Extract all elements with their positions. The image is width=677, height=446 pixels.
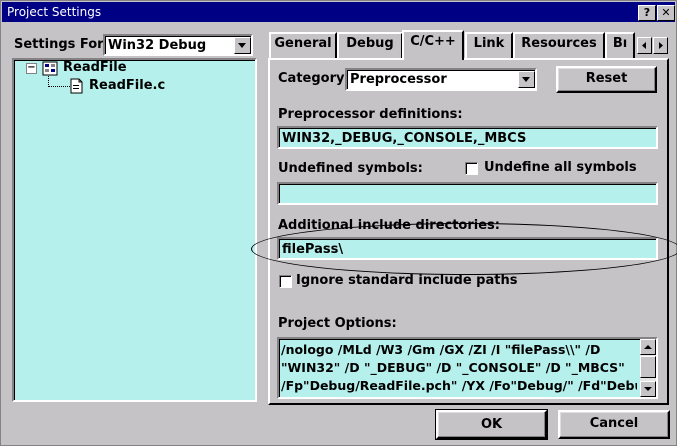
- project-options-text: /nologo /MLd /W3 /Gm /GX /ZI /I "filePas…: [281, 341, 637, 395]
- undefined-symbols-field[interactable]: [277, 182, 658, 205]
- additional-include-directories-label: Additional include directories:: [278, 218, 500, 233]
- settings-for-dropdown[interactable]: Win32 Debug: [103, 34, 253, 56]
- close-button[interactable]: ✕: [657, 5, 675, 21]
- tab-resources[interactable]: Resources: [513, 32, 605, 58]
- project-options-label: Project Options:: [278, 316, 397, 331]
- settings-for-value: Win32 Debug: [108, 38, 207, 53]
- tree-connector-horizontal: [48, 86, 70, 87]
- chevron-down-icon: [238, 43, 246, 48]
- category-dropdown-button[interactable]: [518, 71, 535, 88]
- ok-button-face: OK: [436, 410, 547, 439]
- ignore-standard-include-paths-checkbox[interactable]: [279, 275, 292, 288]
- category-label: Category:: [278, 71, 350, 86]
- tab-link[interactable]: Link: [465, 32, 513, 58]
- arrow-up-icon: [644, 345, 652, 349]
- project-settings-dialog: Project Settings ? ✕ Settings For: Win32…: [0, 0, 677, 446]
- collapse-toggle-icon[interactable]: −: [26, 63, 37, 74]
- arrow-down-icon: [644, 387, 652, 391]
- cancel-button[interactable]: Cancel: [558, 410, 670, 439]
- tree-item-readfile-c[interactable]: ReadFile.c: [89, 78, 165, 94]
- tab-browse-truncated[interactable]: Bı: [605, 32, 635, 58]
- scroll-thumb[interactable]: [640, 356, 656, 378]
- source-file-icon: [70, 78, 83, 94]
- chevron-down-icon: [522, 77, 530, 82]
- category-value: Preprocessor: [350, 72, 447, 87]
- tab-scroll-right-button[interactable]: [653, 37, 668, 54]
- scroll-down-button[interactable]: [640, 381, 656, 397]
- ignore-standard-include-paths-label: Ignore standard include paths: [296, 273, 518, 288]
- project-options-scrollbar[interactable]: [640, 339, 656, 397]
- tab-c-cpp[interactable]: C/C++: [402, 30, 464, 60]
- project-options-line: /Fp"Debug/ReadFile.pch" /YX /Fo"Debug/" …: [281, 378, 637, 393]
- tab-debug[interactable]: Debug: [337, 32, 403, 58]
- settings-for-label: Settings For:: [14, 37, 109, 52]
- arrow-left-icon: [642, 42, 646, 49]
- tree-item-readfile[interactable]: ReadFile: [63, 60, 127, 76]
- tab-scroll-left-button[interactable]: [637, 37, 652, 54]
- preprocessor-definitions-label: Preprocessor definitions:: [278, 107, 463, 122]
- ok-button[interactable]: OK: [435, 409, 548, 440]
- project-icon: [42, 61, 58, 76]
- help-button[interactable]: ?: [638, 5, 656, 21]
- arrow-right-icon: [659, 42, 663, 49]
- additional-include-directories-value: filePass\: [282, 242, 344, 257]
- reset-button[interactable]: Reset: [556, 66, 657, 93]
- undefine-all-symbols-checkbox[interactable]: [465, 162, 478, 175]
- preprocessor-definitions-value: WIN32,_DEBUG,_CONSOLE,_MBCS: [282, 131, 527, 146]
- project-tree[interactable]: − ReadFile ReadFile.c: [12, 58, 257, 402]
- undefine-all-symbols-label: Undefine all symbols: [484, 160, 637, 175]
- additional-include-directories-field[interactable]: filePass\: [277, 237, 658, 260]
- category-dropdown[interactable]: Preprocessor: [345, 68, 537, 91]
- tab-general[interactable]: General: [269, 32, 337, 58]
- undefined-symbols-label: Undefined symbols:: [278, 161, 423, 176]
- project-options-line: /nologo /MLd /W3 /Gm /GX /ZI /I "filePas…: [281, 342, 601, 357]
- settings-for-dropdown-button[interactable]: [234, 37, 251, 54]
- project-options-textarea[interactable]: /nologo /MLd /W3 /Gm /GX /ZI /I "filePas…: [277, 337, 658, 399]
- window-title: Project Settings: [7, 5, 102, 19]
- title-bar[interactable]: Project Settings ? ✕: [2, 2, 675, 22]
- preprocessor-definitions-field[interactable]: WIN32,_DEBUG,_CONSOLE,_MBCS: [277, 126, 658, 149]
- project-options-line: "WIN32" /D "_DEBUG" /D "_CONSOLE" /D "_M…: [281, 360, 625, 375]
- scroll-up-button[interactable]: [640, 339, 656, 355]
